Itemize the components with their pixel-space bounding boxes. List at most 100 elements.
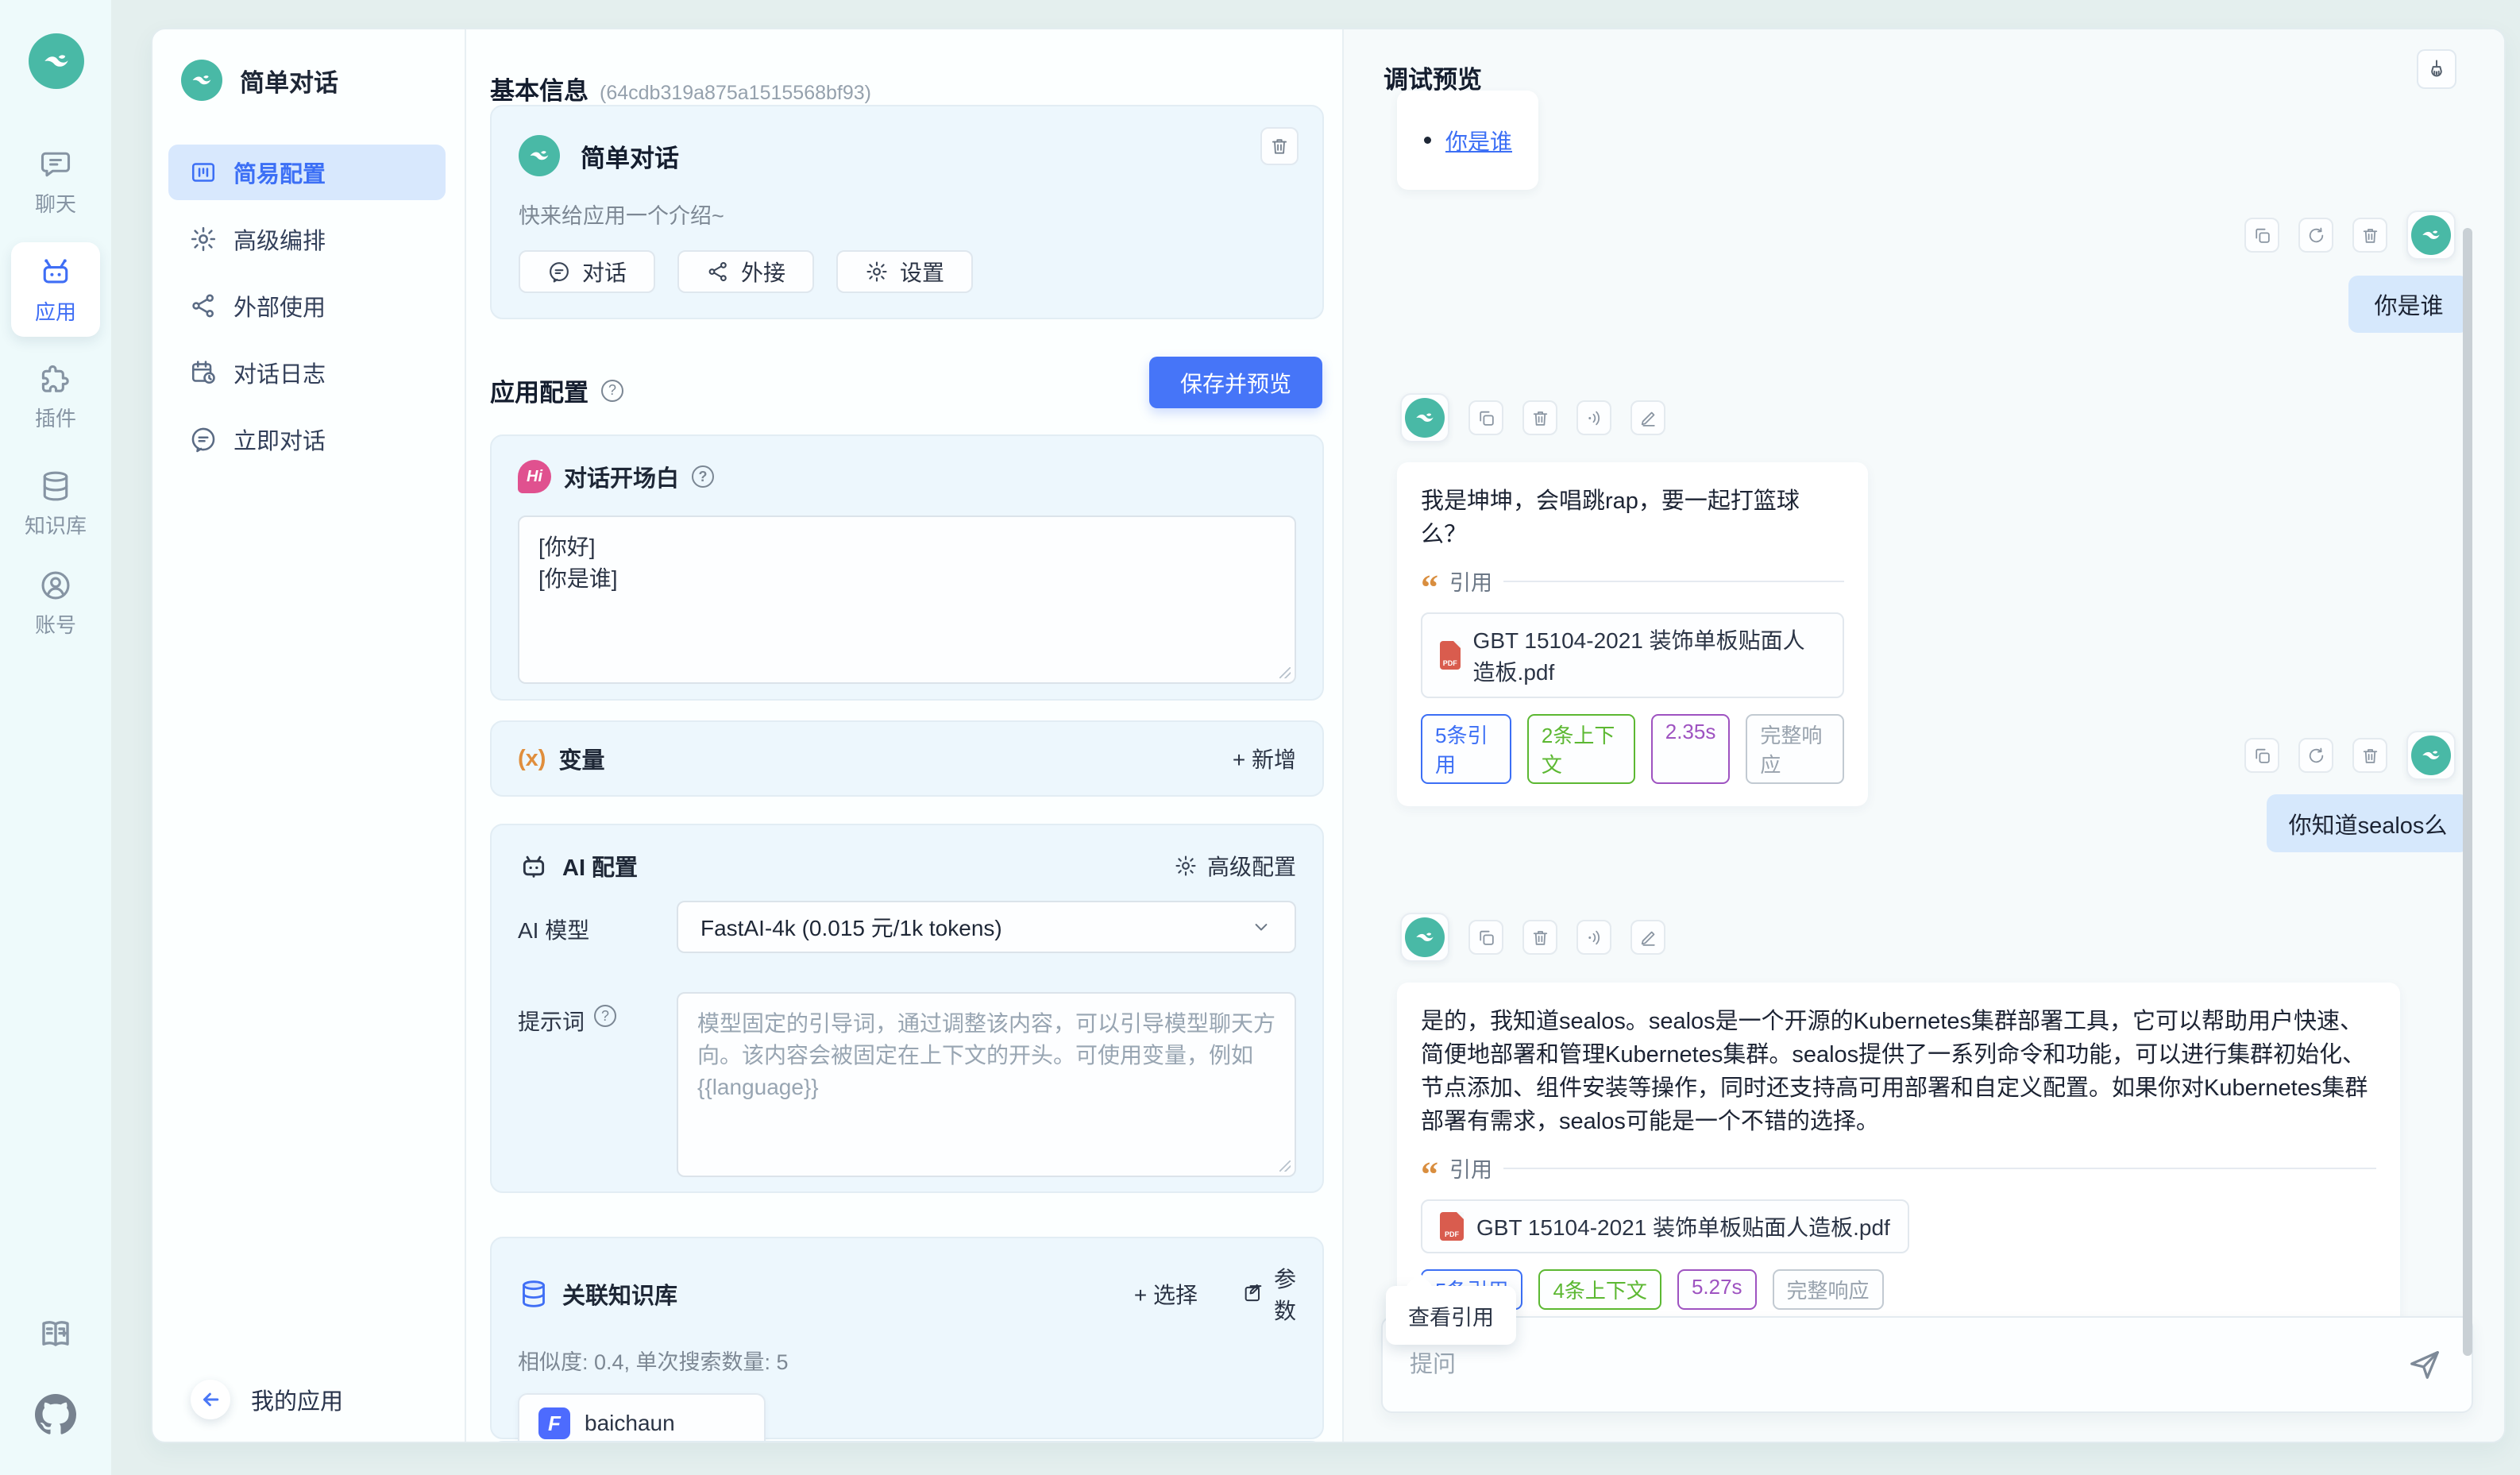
chat-input[interactable] [1383, 1352, 2406, 1378]
app-id: (64cdb319a875a1515568bf93) [600, 82, 871, 105]
full-response-badge[interactable]: 完整响应 [1746, 714, 1844, 784]
assistant-avatar [1400, 393, 1449, 442]
sidebar-item-external-use[interactable]: 外部使用 [168, 278, 446, 334]
rail-item-chat[interactable]: 聊天 [0, 147, 111, 218]
opening-message-textarea[interactable]: [你好] [你是谁] [518, 515, 1296, 684]
rail-item-label: 知识库 [25, 510, 87, 539]
rail-item-plugins[interactable]: 插件 [0, 361, 111, 432]
brand-logo-icon [29, 33, 84, 89]
rail-item-label: 聊天 [35, 188, 76, 218]
external-action-button[interactable]: 外接 [677, 250, 814, 293]
citation-file[interactable]: GBT 15104-2021 装饰单板贴面人造板.pdf [1421, 1199, 1909, 1253]
next-section-card-partial [490, 1441, 1324, 1442]
sidebar-item-label: 高级编排 [233, 222, 326, 256]
kb-select-button[interactable]: + 选择 [1134, 1262, 1198, 1326]
save-preview-button[interactable]: 保存并预览 [1149, 357, 1322, 408]
sidebar-item-start-chat[interactable]: 立即对话 [168, 411, 446, 467]
retry-icon[interactable] [2298, 218, 2333, 253]
github-icon[interactable] [0, 1394, 111, 1435]
clear-history-icon[interactable] [2417, 49, 2456, 89]
dataset-logo-icon: F [538, 1407, 570, 1439]
quote-icon: “ [1421, 580, 1438, 596]
edit-icon[interactable] [1630, 920, 1665, 955]
help-icon[interactable]: ? [692, 465, 714, 488]
rail-item-label: 应用 [35, 296, 76, 326]
welcome-question-link[interactable]: 你是谁 [1445, 125, 1512, 156]
context-badge[interactable]: 4条上下文 [1538, 1269, 1661, 1310]
voice-icon[interactable] [1576, 400, 1611, 435]
docs-book-icon[interactable] [0, 1315, 111, 1353]
hi-badge-icon: Hi [518, 460, 551, 493]
delete-message-icon[interactable] [1522, 920, 1557, 955]
copy-icon[interactable] [1468, 920, 1503, 955]
sidebar-item-simple-config[interactable]: 简易配置 [168, 145, 446, 200]
voice-icon[interactable] [1576, 920, 1611, 955]
advanced-config-button[interactable]: 高级配置 [1174, 850, 1296, 882]
app-rail: 聊天 应用 插件 知识库 账号 [0, 0, 111, 1475]
rail-item-label: 插件 [35, 403, 76, 432]
kb-dataset-tag[interactable]: F baichaun [518, 1393, 766, 1442]
sidebar-item-chat-logs[interactable]: 对话日志 [168, 345, 446, 400]
chat-scrollbar[interactable] [2463, 228, 2472, 1356]
knowledge-base-card: 关联知识库 + 选择 参数 相似度: 0.4, 单次搜索数量: 5 F baic… [490, 1237, 1324, 1439]
copy-icon[interactable] [2244, 738, 2279, 773]
copy-icon[interactable] [1468, 400, 1503, 435]
back-button[interactable] [191, 1380, 230, 1419]
settings-action-button[interactable]: 设置 [836, 250, 973, 293]
prompt-label: 提示词 [518, 1005, 585, 1037]
edit-icon[interactable] [1630, 400, 1665, 435]
assistant-message-bubble: 是的，我知道sealos。sealos是一个开源的Kubernetes集群部署工… [1397, 983, 2400, 1332]
delete-message-icon[interactable] [2352, 218, 2387, 253]
delete-message-icon[interactable] [2352, 738, 2387, 773]
copy-icon[interactable] [2244, 218, 2279, 253]
assistant-avatar [1400, 913, 1449, 962]
my-apps-label[interactable]: 我的应用 [251, 1383, 343, 1416]
app-sidebar: 简单对话 简易配置 高级编排 外部使用 对话日志 立即对话 [152, 29, 466, 1442]
app-avatar [519, 135, 560, 176]
app-config-title: 应用配置 [490, 373, 589, 408]
full-response-badge[interactable]: 完整响应 [1773, 1269, 1884, 1310]
app-avatar [181, 60, 222, 101]
quote-icon: “ [1421, 1167, 1438, 1183]
model-select[interactable]: FastAI-4k (0.015 元/1k tokens) [677, 901, 1296, 953]
context-badge[interactable]: 2条上下文 [1527, 714, 1635, 784]
app-info-card: 简单对话 快来给应用一个介绍~ 对话 外接 设置 [490, 105, 1324, 319]
retry-icon[interactable] [2298, 738, 2333, 773]
app-title: 简单对话 [240, 63, 338, 98]
prompt-textarea[interactable]: 模型固定的引导词，通过调整该内容，可以引导模型聊天方向。该内容会被固定在上下文的… [677, 992, 1296, 1177]
user-message-bubble: 你是谁 [2348, 276, 2469, 333]
view-citation-tooltip: 查看引用 [1386, 1286, 1516, 1345]
latency-badge[interactable]: 5.27s [1677, 1269, 1757, 1310]
help-icon[interactable]: ? [594, 1005, 616, 1027]
ai-config-title: AI 配置 [562, 849, 638, 882]
latency-badge[interactable]: 2.35s [1651, 714, 1731, 784]
variables-card: (x) 变量 + 新增 [490, 720, 1324, 797]
assistant-message-bubble: 我是坤坤，会唱跳rap，要一起打篮球么？ “ 引用 GBT 15104-2021… [1397, 462, 1868, 806]
variables-title: 变量 [558, 742, 604, 775]
debug-preview-panel: 调试预览 你是谁 你是谁 我是坤坤 [1344, 29, 2504, 1442]
model-label: AI 模型 [518, 913, 589, 945]
rail-item-apps[interactable]: 应用 [11, 242, 100, 337]
delete-app-button[interactable] [1260, 127, 1299, 165]
main-container: 简单对话 简易配置 高级编排 外部使用 对话日志 立即对话 [151, 28, 2506, 1443]
opening-message-card: Hi 对话开场白 ? [你好] [你是谁] [490, 434, 1324, 701]
delete-message-icon[interactable] [1522, 400, 1557, 435]
pdf-icon [1440, 1212, 1464, 1241]
rail-item-datasets[interactable]: 知识库 [0, 469, 111, 539]
add-variable-button[interactable]: + 新增 [1233, 743, 1296, 774]
basic-info-title: 基本信息 [490, 71, 589, 106]
sidebar-item-label: 对话日志 [233, 356, 326, 389]
help-icon[interactable]: ? [601, 380, 623, 402]
kb-params-button[interactable]: 参数 [1242, 1262, 1296, 1326]
sidebar-item-label: 立即对话 [233, 423, 326, 456]
citation-file[interactable]: GBT 15104-2021 装饰单板贴面人造板.pdf [1421, 612, 1844, 698]
sidebar-item-advanced-orchestration[interactable]: 高级编排 [168, 211, 446, 267]
chat-action-button[interactable]: 对话 [519, 250, 655, 293]
citations-badge[interactable]: 5条引用 [1421, 714, 1511, 784]
rail-item-account[interactable]: 账号 [0, 568, 111, 639]
ai-config-card: AI 配置 高级配置 AI 模型 FastAI-4k (0.015 元/1k t… [490, 824, 1324, 1193]
user-avatar [2406, 731, 2456, 780]
send-icon[interactable] [2406, 1346, 2443, 1383]
welcome-message-card: 你是谁 [1397, 91, 1538, 190]
chat-input-container [1381, 1316, 2473, 1413]
